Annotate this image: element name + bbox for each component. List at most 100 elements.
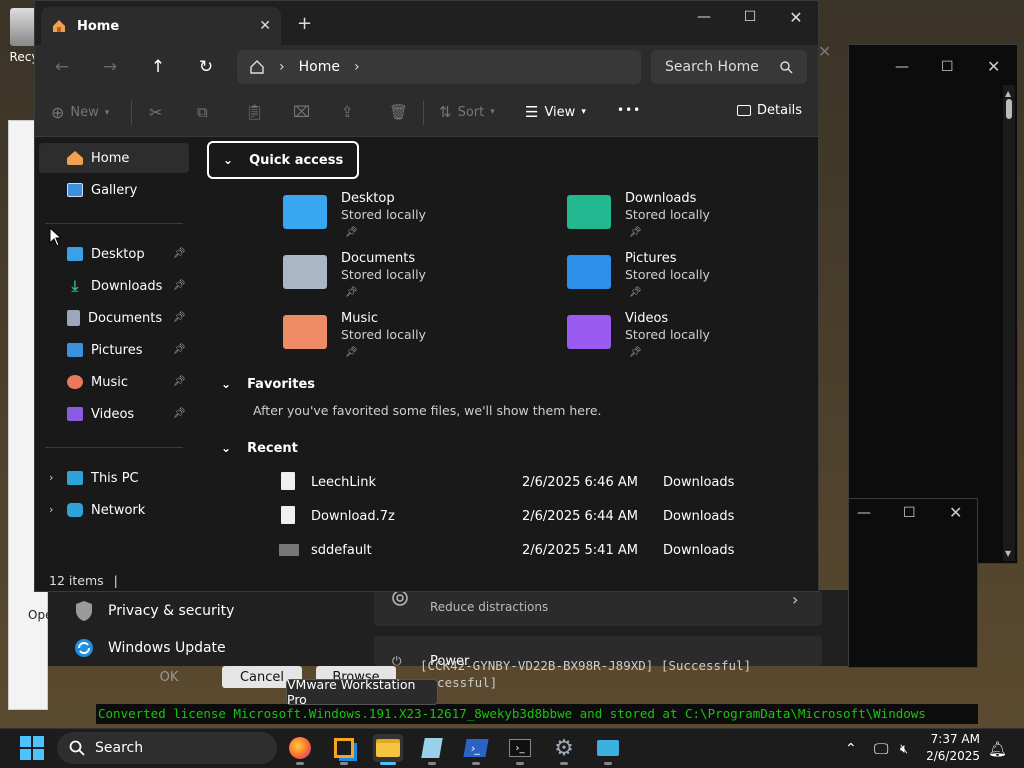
scroll-up-icon[interactable]: ▲: [1005, 89, 1011, 98]
image-file-icon: [279, 544, 299, 556]
running-indicator: [428, 762, 436, 765]
address-bar[interactable]: › Home ›: [237, 50, 641, 84]
sidebar-item-gallery[interactable]: Gallery: [39, 175, 189, 205]
quick-access-item-desktop[interactable]: Desktop Stored locally 📌︎: [283, 191, 543, 247]
favorites-empty-text: After you've favorited some files, we'll…: [253, 403, 602, 418]
favorites-header[interactable]: ⌄ Favorites: [207, 365, 329, 403]
refresh-button[interactable]: ↻: [191, 53, 221, 81]
quick-access-item-downloads[interactable]: Downloads Stored locally 📌︎: [567, 191, 818, 247]
close-icon[interactable]: ✕: [818, 42, 831, 61]
chevron-right-icon[interactable]: ›: [49, 503, 53, 516]
maximize-icon[interactable]: ☐: [903, 505, 916, 521]
status-separator: |: [113, 572, 118, 588]
copy-icon[interactable]: ⧉: [197, 103, 208, 121]
volume-muted-icon[interactable]: 🔇︎: [900, 729, 908, 768]
maximize-icon[interactable]: ☐: [941, 59, 954, 75]
sidebar-item-videos[interactable]: Videos 📌︎: [39, 399, 189, 429]
paste-icon[interactable]: 📋︎: [245, 103, 264, 121]
pin-icon[interactable]: 📌︎: [173, 312, 186, 324]
maximize-button[interactable]: ☐: [727, 5, 773, 29]
scrollbar[interactable]: ▲ ▼: [1003, 85, 1015, 561]
quick-access-item-videos[interactable]: Videos Stored locally 📌︎: [567, 311, 818, 367]
sidebar-item-music[interactable]: Music 📌︎: [39, 367, 189, 397]
search-input[interactable]: Search Home: [651, 50, 807, 84]
sidebar-item-desktop[interactable]: Desktop 📌︎: [39, 239, 189, 269]
pin-icon[interactable]: 📌︎: [173, 376, 186, 388]
taskbar-search-label: Search: [95, 740, 144, 756]
computer-icon: [67, 471, 83, 485]
back-button[interactable]: ←: [47, 53, 77, 81]
videos-icon: [67, 407, 83, 421]
chevron-right-icon[interactable]: ›: [49, 471, 53, 484]
sort-button[interactable]: ⇅ Sort ▾: [439, 103, 495, 121]
notification-bell-icon[interactable]: 🔔︎: [988, 729, 1007, 768]
pin-icon[interactable]: 📌︎: [173, 344, 186, 356]
view-button[interactable]: ☰ View ▾: [525, 103, 586, 121]
pin-icon[interactable]: 📌︎: [173, 408, 186, 420]
sidebar-item-pictures[interactable]: Pictures 📌︎: [39, 335, 189, 365]
settings-update-item[interactable]: Windows Update: [74, 638, 226, 658]
delete-icon[interactable]: 🗑︎: [389, 103, 408, 121]
close-icon[interactable]: ✕: [987, 57, 1000, 76]
more-options-button[interactable]: •••: [617, 103, 641, 117]
start-button[interactable]: [20, 736, 44, 760]
gallery-icon: [67, 183, 83, 197]
running-indicator: [472, 762, 480, 765]
sidebar-item-home[interactable]: Home: [39, 143, 189, 173]
scroll-down-icon[interactable]: ▼: [1005, 549, 1011, 558]
recent-row[interactable]: sddefault 2/6/2025 5:41 AM Downloads: [279, 537, 799, 567]
minimize-icon[interactable]: —: [895, 59, 909, 75]
forward-button[interactable]: →: [95, 53, 125, 81]
taskbar-terminal[interactable]: ›_: [505, 734, 535, 765]
taskbar-settings[interactable]: ⚙: [549, 734, 579, 765]
quick-access-item-pictures[interactable]: Pictures Stored locally 📌︎: [567, 251, 818, 307]
close-icon[interactable]: ✕: [949, 503, 962, 522]
pin-icon[interactable]: 📌︎: [173, 280, 186, 292]
details-button[interactable]: Details: [737, 103, 802, 118]
settings-privacy-item[interactable]: Privacy & security: [74, 600, 234, 622]
recent-header[interactable]: ⌄ Recent: [207, 429, 312, 467]
new-button[interactable]: ⊕ New ▾: [51, 103, 109, 122]
sidebar-item-label: Gallery: [91, 182, 138, 198]
sidebar-item-documents[interactable]: Documents 📌︎: [39, 303, 189, 333]
breadcrumb-chevron-icon: ›: [279, 59, 285, 75]
sidebar-item-network[interactable]: › Network: [39, 495, 189, 525]
breadcrumb-chevron-icon[interactable]: ›: [354, 59, 360, 75]
taskbar-file-explorer[interactable]: [373, 734, 403, 765]
sidebar-item-this-pc[interactable]: › This PC: [39, 463, 189, 493]
close-tab-icon[interactable]: ✕: [259, 18, 271, 34]
up-button[interactable]: ↑: [143, 53, 173, 81]
share-icon[interactable]: ⇪: [341, 103, 354, 121]
focus-card[interactable]: Reduce distractions ›: [374, 590, 822, 626]
rename-icon[interactable]: ⌧: [293, 103, 310, 121]
item-location: Stored locally: [341, 207, 426, 222]
quick-access-header[interactable]: ⌄ Quick access: [207, 141, 360, 179]
taskbar-notepad[interactable]: [417, 734, 447, 765]
clock[interactable]: 7:37 AM 2/6/2025: [924, 731, 980, 765]
minimize-button[interactable]: —: [681, 5, 727, 29]
tab-home[interactable]: Home ✕: [41, 7, 281, 45]
taskbar-firefox[interactable]: [285, 734, 315, 765]
running-indicator: [604, 762, 612, 765]
dialog-ok-button[interactable]: OK: [132, 666, 206, 688]
pin-icon[interactable]: 📌︎: [173, 248, 186, 260]
sidebar-item-downloads[interactable]: ⤓ Downloads 📌︎: [39, 271, 189, 301]
taskbar-app[interactable]: [593, 734, 623, 765]
scroll-thumb[interactable]: [1006, 99, 1012, 119]
breadcrumb-home[interactable]: Home: [299, 59, 340, 75]
quick-access-item-music[interactable]: Music Stored locally 📌︎: [283, 311, 543, 367]
minimize-icon[interactable]: —: [857, 505, 871, 521]
taskbar-vmware[interactable]: [329, 734, 359, 765]
music-folder-icon: [283, 315, 327, 349]
network-tray-icon[interactable]: 🖵︎: [874, 729, 888, 768]
cut-icon[interactable]: ✂: [149, 103, 162, 122]
show-hidden-icons-button[interactable]: ⌃: [845, 729, 857, 768]
close-button[interactable]: ✕: [773, 5, 819, 29]
pin-icon: 📌︎: [629, 287, 642, 298]
quick-access-item-documents[interactable]: Documents Stored locally 📌︎: [283, 251, 543, 307]
taskbar-search[interactable]: Search: [57, 732, 277, 764]
new-tab-button[interactable]: +: [297, 13, 312, 34]
taskbar-powershell[interactable]: ›_: [461, 734, 491, 765]
recent-row[interactable]: Download.7z 2/6/2025 6:44 AM Downloads: [279, 503, 799, 533]
recent-row[interactable]: LeechLink 2/6/2025 6:46 AM Downloads: [279, 469, 799, 499]
